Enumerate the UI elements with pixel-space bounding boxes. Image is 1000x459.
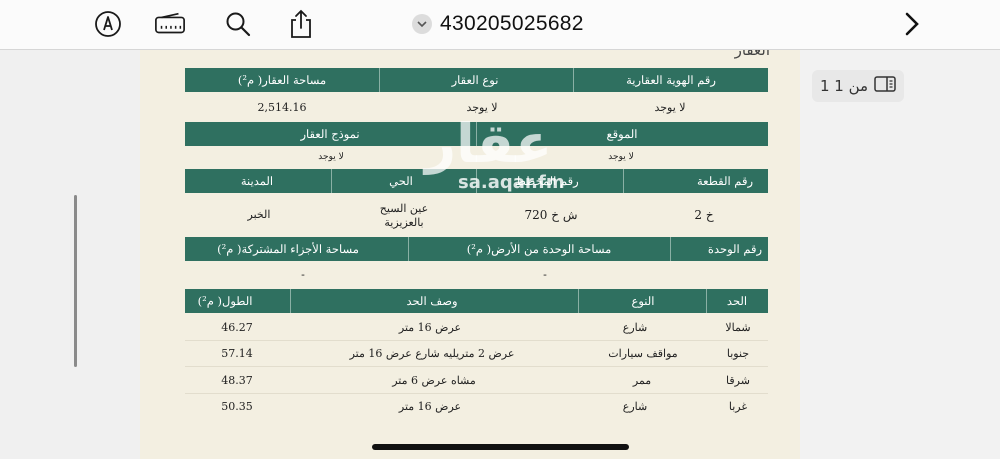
boundary-description: مشاه عرض 6 متر	[392, 374, 476, 387]
document-title-area[interactable]: 430205025682	[412, 10, 584, 38]
value-common-area: -	[301, 268, 305, 281]
document-page: العقار رقم الهوية العقارية نوع العقار مس…	[140, 50, 800, 459]
chevron-down-icon[interactable]	[412, 14, 432, 34]
header-property-type: نوع العقار	[451, 73, 499, 87]
header-common-area: مساحة الأجزاء المشتركة( م²)	[217, 242, 359, 256]
left-margin	[0, 50, 140, 459]
markup-pen-icon[interactable]	[92, 8, 124, 40]
value-property-area: 2,514.16	[257, 101, 307, 114]
search-icon[interactable]	[222, 8, 254, 40]
home-indicator[interactable]	[372, 444, 629, 450]
watermark-url: sa.aqar.fm	[458, 172, 565, 193]
value-plot-number: خ 2	[694, 208, 714, 222]
header-boundary-length: الطول( م²)	[197, 294, 253, 308]
value-district-line2: بالعزيزية	[384, 216, 424, 229]
unit-header-band: رقم الوحدة مساحة الوحدة من الأرض( م²) مس…	[185, 237, 768, 261]
chevron-right-icon[interactable]	[896, 8, 928, 40]
header-unit-number: رقم الوحدة	[707, 242, 763, 256]
boundary-type: ممر	[632, 374, 652, 387]
boundary-type: شارع	[622, 400, 648, 413]
boundary-length: 46.27	[221, 321, 253, 334]
sidebar-pages-icon	[874, 76, 896, 96]
share-icon[interactable]	[285, 8, 317, 40]
header-property-id: رقم الهوية العقارية	[626, 73, 716, 87]
header-district: الحي	[389, 174, 413, 188]
boundary-type: شارع	[622, 321, 648, 334]
boundary-length: 48.37	[221, 374, 253, 387]
boundary-description: عرض 16 متر	[398, 400, 462, 413]
value-scheme-number: ش خ 720	[524, 208, 578, 222]
section-heading: العقار	[734, 50, 770, 59]
header-plot-number: رقم القطعة	[696, 174, 754, 188]
header-city: المدينة	[240, 174, 274, 188]
value-district-line1: عين السيح	[379, 202, 429, 215]
boundary-description: عرض 2 متريليه شارع عرض 16 متر	[349, 347, 515, 360]
boundary-length: 57.14	[221, 347, 253, 360]
scan-ruler-icon[interactable]	[154, 8, 186, 40]
header-boundary-type: النوع	[631, 294, 655, 308]
page-indicator[interactable]: 1 من 1	[812, 70, 904, 102]
property-header-band: رقم الهوية العقارية نوع العقار مساحة الع…	[185, 68, 768, 92]
boundary-direction: جنوبا	[726, 347, 750, 360]
header-boundary-description: وصف الحد	[406, 294, 458, 308]
value-property-model: لا يوجد	[318, 152, 344, 162]
boundary-direction: غربا	[728, 400, 748, 413]
boundaries-header-band: الحد النوع وصف الحد الطول( م²)	[185, 289, 768, 313]
top-toolbar: 430205025682	[0, 0, 1000, 50]
header-location: الموقع	[606, 127, 638, 141]
boundary-length: 50.35	[221, 400, 253, 413]
document-title: 430205025682	[440, 12, 584, 35]
header-boundary: الحد	[726, 294, 748, 308]
boundary-description: عرض 16 متر	[398, 321, 462, 334]
page-count-label: 1 من 1	[819, 77, 869, 95]
value-city: الخبر	[247, 208, 271, 221]
value-property-id: لا يوجد	[654, 101, 686, 114]
scrollbar[interactable]	[74, 195, 77, 367]
header-property-area: مساحة العقار( م²)	[237, 73, 327, 87]
value-unit-land-area: -	[543, 268, 547, 281]
boundary-type: مواقف سيارات	[608, 347, 678, 360]
right-margin	[800, 50, 1000, 459]
header-property-model: نموذج العقار	[300, 127, 360, 141]
aqar-watermark: عقار	[425, 112, 553, 175]
boundary-direction: شمالا	[725, 321, 751, 334]
value-location: لا يوجد	[608, 152, 634, 162]
boundary-direction: شرقا	[726, 374, 750, 387]
header-unit-land-area: مساحة الوحدة من الأرض( م²)	[466, 242, 612, 256]
